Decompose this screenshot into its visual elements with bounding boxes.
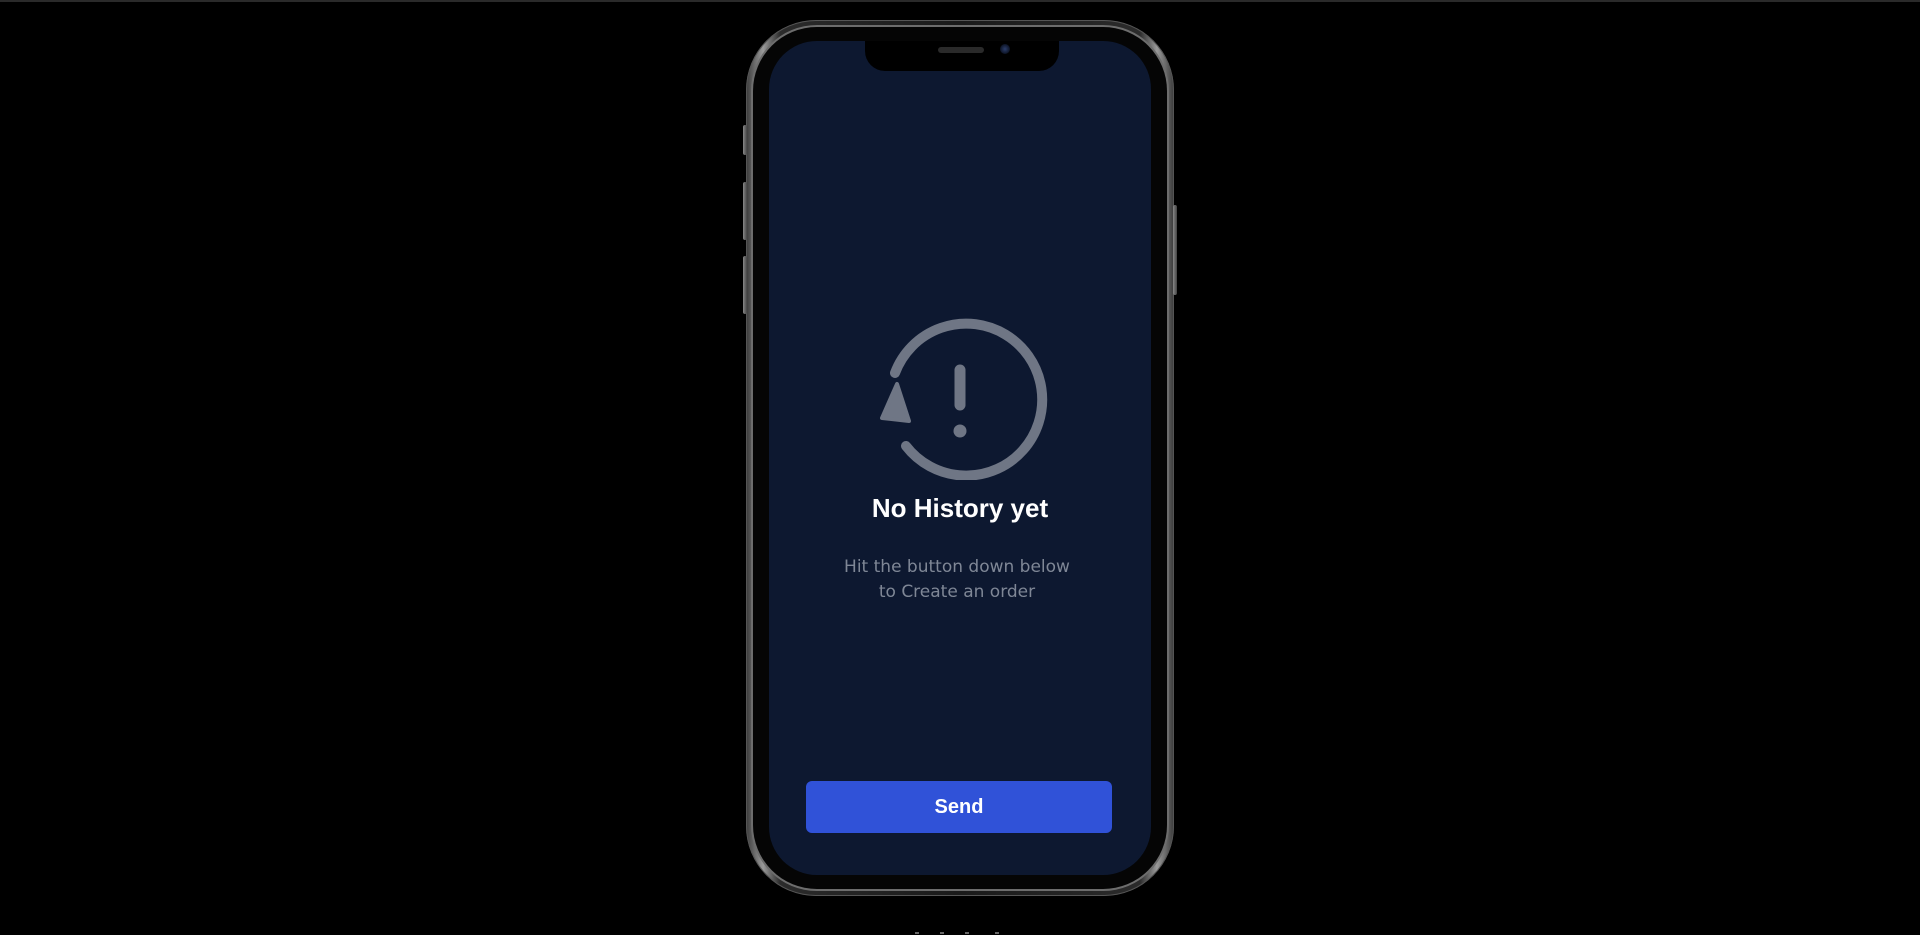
bottom-edge-fragment	[910, 930, 1010, 935]
volume-up-button	[743, 182, 747, 240]
send-button[interactable]: Send	[806, 781, 1112, 833]
history-alert-icon	[880, 318, 1048, 480]
empty-state-subtitle: Hit the button down below to Create an o…	[769, 555, 1145, 605]
volume-down-button	[743, 256, 747, 314]
phone-notch	[865, 41, 1059, 71]
phone-mockup: No History yet Hit the button down below…	[743, 20, 1177, 896]
subtitle-line-2: to Create an order	[878, 582, 1036, 602]
app-screen: No History yet Hit the button down below…	[769, 41, 1151, 875]
subtitle-line-1: Hit the button down below	[844, 557, 1070, 577]
mute-switch	[743, 125, 747, 155]
front-camera-icon	[1000, 44, 1010, 54]
power-button	[1173, 205, 1177, 295]
speaker-grille	[938, 47, 984, 53]
page: No History yet Hit the button down below…	[0, 0, 1920, 935]
empty-state-title: No History yet	[871, 493, 1049, 523]
